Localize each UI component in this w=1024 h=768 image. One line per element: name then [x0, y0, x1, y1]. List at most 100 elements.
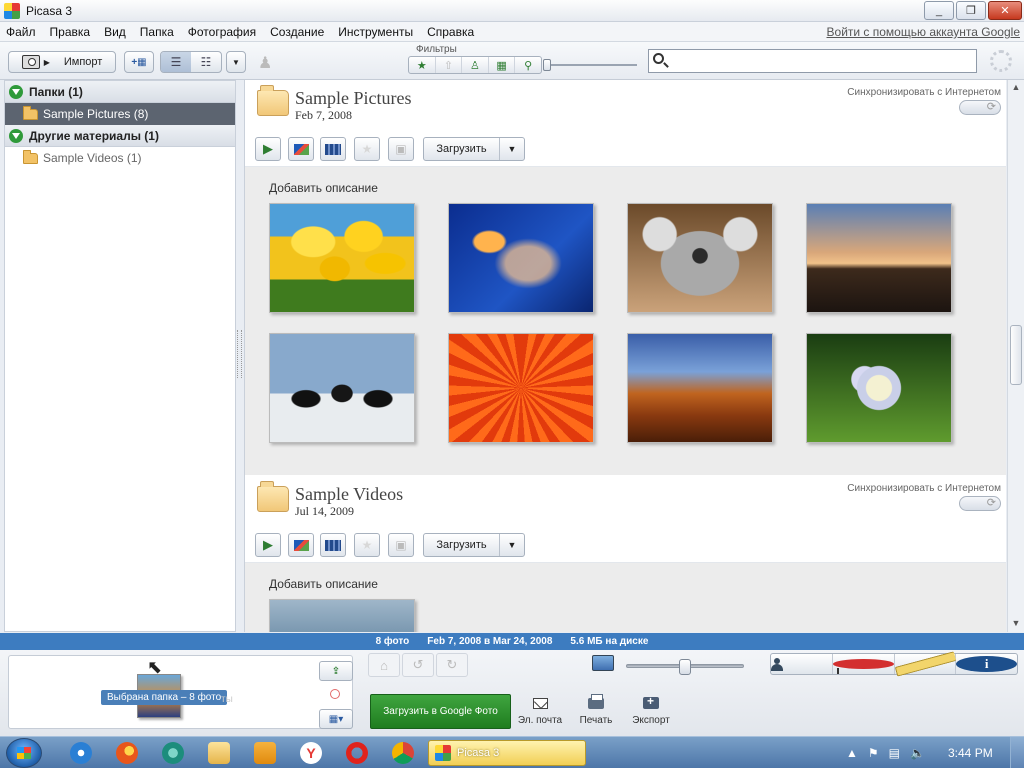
- photo-thumbnail-koala[interactable]: [627, 203, 773, 313]
- properties-tab[interactable]: i: [956, 654, 1017, 674]
- collapse-icon[interactable]: [9, 84, 23, 99]
- movie-button[interactable]: [320, 533, 346, 557]
- add-to-album-button[interactable]: ▦▾: [319, 709, 353, 729]
- close-button[interactable]: ✕: [988, 1, 1022, 20]
- tags-tab[interactable]: [894, 651, 957, 677]
- photo-thumbnail-desert[interactable]: [627, 333, 773, 443]
- tree-view-icon[interactable]: ☷: [191, 52, 221, 72]
- add-description-link[interactable]: Добавить описание: [269, 181, 378, 195]
- sidebar-item-sample-videos[interactable]: Sample Videos (1): [5, 147, 235, 169]
- thumbnail-size-slider[interactable]: [626, 659, 744, 675]
- start-button[interactable]: [6, 738, 42, 768]
- collage-button[interactable]: [288, 137, 314, 161]
- filter-starred-icon[interactable]: ★: [409, 57, 436, 73]
- chevron-down-icon[interactable]: ▼: [500, 144, 524, 154]
- places-tab[interactable]: [832, 654, 895, 674]
- upload-button[interactable]: Загрузить ▼: [423, 137, 525, 161]
- filter-video-icon[interactable]: ▦: [489, 57, 516, 73]
- hold-button[interactable]: ⇪: [319, 661, 353, 681]
- app-icon[interactable]: [162, 742, 184, 764]
- star-button[interactable]: ★: [354, 533, 380, 557]
- menu-view[interactable]: Вид: [97, 25, 133, 39]
- clock[interactable]: 3:44 PM: [948, 746, 993, 760]
- upload-to-google-photos-button[interactable]: Загрузить в Google Фото: [370, 694, 511, 729]
- slideshow-button[interactable]: ▶: [255, 137, 281, 161]
- group-folders[interactable]: Папки (1): [5, 81, 235, 103]
- filter-faces-icon[interactable]: ♙: [462, 57, 489, 73]
- firefox-icon[interactable]: [116, 742, 138, 764]
- menu-create[interactable]: Создание: [263, 25, 331, 39]
- photo-edit-icon[interactable]: ⌂: [368, 653, 400, 677]
- upload-button[interactable]: Загрузить ▼: [423, 533, 525, 557]
- volume-muted-icon[interactable]: 🔈: [910, 746, 925, 760]
- photo-thumbnail-chrysanthemum[interactable]: [448, 333, 594, 443]
- photo-thumbnail-tulips[interactable]: [269, 203, 415, 313]
- list-view-icon[interactable]: ☰: [161, 52, 191, 72]
- email-button[interactable]: Эл. почта: [515, 694, 565, 726]
- photo-thumbnail-lighthouse[interactable]: [806, 203, 952, 313]
- sync-toggle[interactable]: [959, 100, 1001, 115]
- filter-upload-icon[interactable]: ⇧: [436, 57, 463, 73]
- scroll-down-icon[interactable]: ▼: [1011, 618, 1021, 628]
- filter-geotag-icon[interactable]: ⚲: [515, 57, 541, 73]
- movie-button[interactable]: [320, 137, 346, 161]
- search-input[interactable]: [671, 52, 971, 70]
- rotate-left-icon[interactable]: ↺: [402, 653, 434, 677]
- add-description-link[interactable]: Добавить описание: [269, 577, 378, 591]
- taskbar-item-picasa[interactable]: Picasa 3: [428, 740, 586, 766]
- menu-help[interactable]: Справка: [420, 25, 481, 39]
- print-button[interactable]: Печать: [571, 693, 621, 726]
- library-scrollbar[interactable]: ▲ ▼: [1007, 80, 1024, 632]
- sync-toggle[interactable]: [959, 496, 1001, 511]
- view-dropdown-button[interactable]: ▼: [226, 51, 246, 73]
- show-desktop-button[interactable]: [1010, 737, 1024, 768]
- clear-selection-icon[interactable]: [330, 689, 340, 699]
- import-button[interactable]: ▶ Импорт: [8, 51, 116, 73]
- chevron-down-icon[interactable]: ▼: [500, 540, 524, 550]
- folder-icon: [23, 105, 38, 120]
- menu-file[interactable]: Файл: [0, 25, 43, 39]
- google-signin-link[interactable]: Войти с помощью аккаунта Google: [827, 25, 1020, 39]
- date-filter-slider-knob[interactable]: [543, 59, 551, 71]
- photo-thumbnail-penguins[interactable]: [269, 333, 415, 443]
- file-explorer-icon[interactable]: [208, 742, 230, 764]
- add-album-button[interactable]: +▦: [124, 51, 154, 73]
- tray-expand-icon[interactable]: ▲: [846, 746, 858, 760]
- search-box[interactable]: [648, 49, 977, 73]
- date-filter-slider[interactable]: [543, 59, 637, 71]
- menu-tools[interactable]: Инструменты: [331, 25, 420, 39]
- maximize-button[interactable]: ❐: [956, 1, 986, 20]
- yandex-browser-icon[interactable]: Y: [300, 742, 322, 764]
- opera-icon[interactable]: [346, 742, 368, 764]
- internet-explorer-icon[interactable]: [70, 742, 92, 764]
- collage-button[interactable]: [288, 533, 314, 557]
- rotate-right-icon[interactable]: ↻: [436, 653, 468, 677]
- network-icon[interactable]: ▤: [889, 746, 900, 760]
- chrome-icon[interactable]: [392, 742, 414, 764]
- video-thumbnail-sea[interactable]: [269, 599, 415, 632]
- scrollbar-thumb[interactable]: [1010, 325, 1022, 385]
- sidebar-splitter[interactable]: [237, 330, 242, 378]
- photo-thumbnail-hydrangeas[interactable]: [806, 333, 952, 443]
- collapse-icon[interactable]: [9, 128, 23, 143]
- media-player-icon[interactable]: [254, 742, 276, 764]
- save-button[interactable]: ▣: [388, 533, 414, 557]
- minimize-button[interactable]: _: [924, 1, 954, 20]
- save-button[interactable]: ▣: [388, 137, 414, 161]
- export-button[interactable]: Экспорт: [626, 694, 676, 726]
- section-title[interactable]: Sample Videos: [295, 484, 403, 505]
- slideshow-button[interactable]: ▶: [255, 533, 281, 557]
- menu-picture[interactable]: Фотография: [181, 25, 263, 39]
- sidebar-item-sample-pictures[interactable]: Sample Pictures (8): [5, 103, 235, 125]
- section-title[interactable]: Sample Pictures: [295, 88, 411, 109]
- menu-edit[interactable]: Правка: [43, 25, 98, 39]
- star-button[interactable]: ★: [354, 137, 380, 161]
- flag-icon[interactable]: ⚑: [868, 746, 879, 760]
- scroll-up-icon[interactable]: ▲: [1011, 82, 1021, 92]
- thumbnail-size-knob[interactable]: [679, 659, 691, 675]
- people-icon[interactable]: ♟: [258, 53, 272, 73]
- people-tab[interactable]: [771, 654, 833, 674]
- photo-thumbnail-jellyfish[interactable]: [448, 203, 594, 313]
- menu-folder[interactable]: Папка: [133, 25, 181, 39]
- group-other-materials[interactable]: Другие материалы (1): [5, 125, 235, 147]
